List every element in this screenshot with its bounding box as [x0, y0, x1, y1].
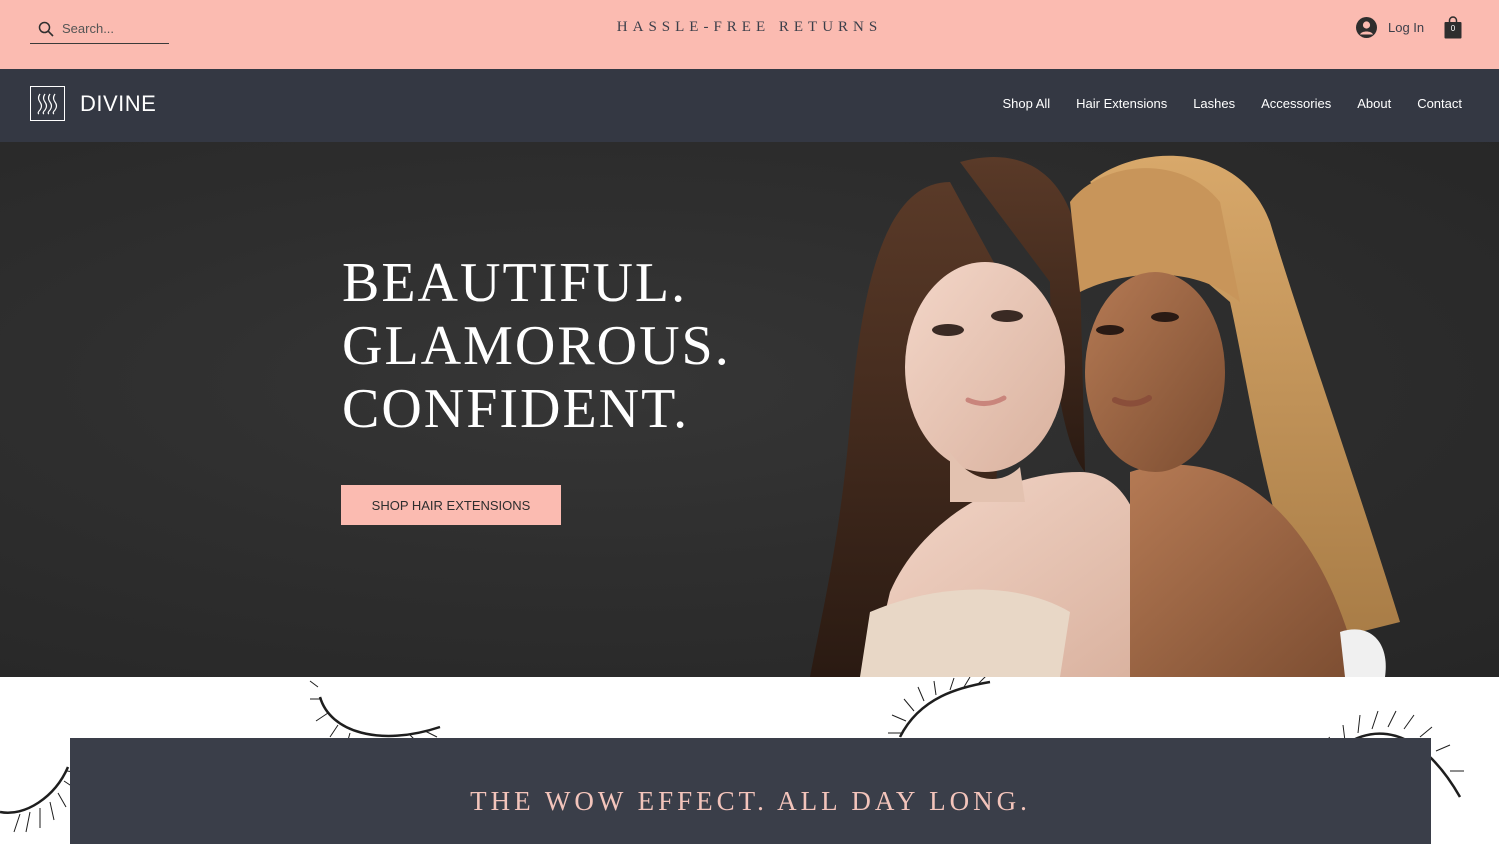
- logo[interactable]: [30, 86, 65, 121]
- wave-logo-icon: [37, 93, 58, 115]
- hero-headline: BEAUTIFUL. GLAMOROUS. CONFIDENT.: [342, 252, 731, 441]
- nav-item-about[interactable]: About: [1357, 96, 1391, 111]
- headline-line-1: BEAUTIFUL.: [342, 252, 688, 314]
- nav-item-lashes[interactable]: Lashes: [1193, 96, 1235, 111]
- announcement-bar: HASSLE-FREE RETURNS Log In 0: [0, 0, 1499, 69]
- announcement-text: HASSLE-FREE RETURNS: [616, 19, 883, 35]
- promo-panel: THE WOW EFFECT. ALL DAY LONG.: [70, 738, 1431, 844]
- login-label[interactable]: Log In: [1388, 20, 1424, 35]
- cart-button[interactable]: 0: [1444, 16, 1462, 39]
- nav-item-contact[interactable]: Contact: [1417, 96, 1462, 111]
- shop-hair-extensions-button[interactable]: SHOP HAIR EXTENSIONS: [341, 485, 561, 525]
- site-header: DIVINE Shop All Hair Extensions Lashes A…: [0, 69, 1499, 142]
- nav-item-hair-extensions[interactable]: Hair Extensions: [1076, 96, 1167, 111]
- nav-item-accessories[interactable]: Accessories: [1261, 96, 1331, 111]
- headline-line-2: GLAMOROUS.: [342, 315, 731, 377]
- user-icon: [1356, 17, 1377, 38]
- promo-section: THE WOW EFFECT. ALL DAY LONG.: [0, 677, 1499, 844]
- cart-count: 0: [1450, 24, 1456, 33]
- main-nav: Shop All Hair Extensions Lashes Accessor…: [976, 96, 1462, 111]
- login-button[interactable]: Log In: [1356, 17, 1424, 38]
- headline-line-3: CONFIDENT.: [342, 378, 690, 440]
- hero-models-image: [810, 155, 1400, 677]
- hero-section: BEAUTIFUL. GLAMOROUS. CONFIDENT. SHOP HA…: [0, 142, 1499, 677]
- promo-tagline: THE WOW EFFECT. ALL DAY LONG.: [470, 786, 1031, 816]
- brand-name[interactable]: DIVINE: [80, 91, 156, 117]
- nav-item-shop-all[interactable]: Shop All: [1002, 96, 1050, 111]
